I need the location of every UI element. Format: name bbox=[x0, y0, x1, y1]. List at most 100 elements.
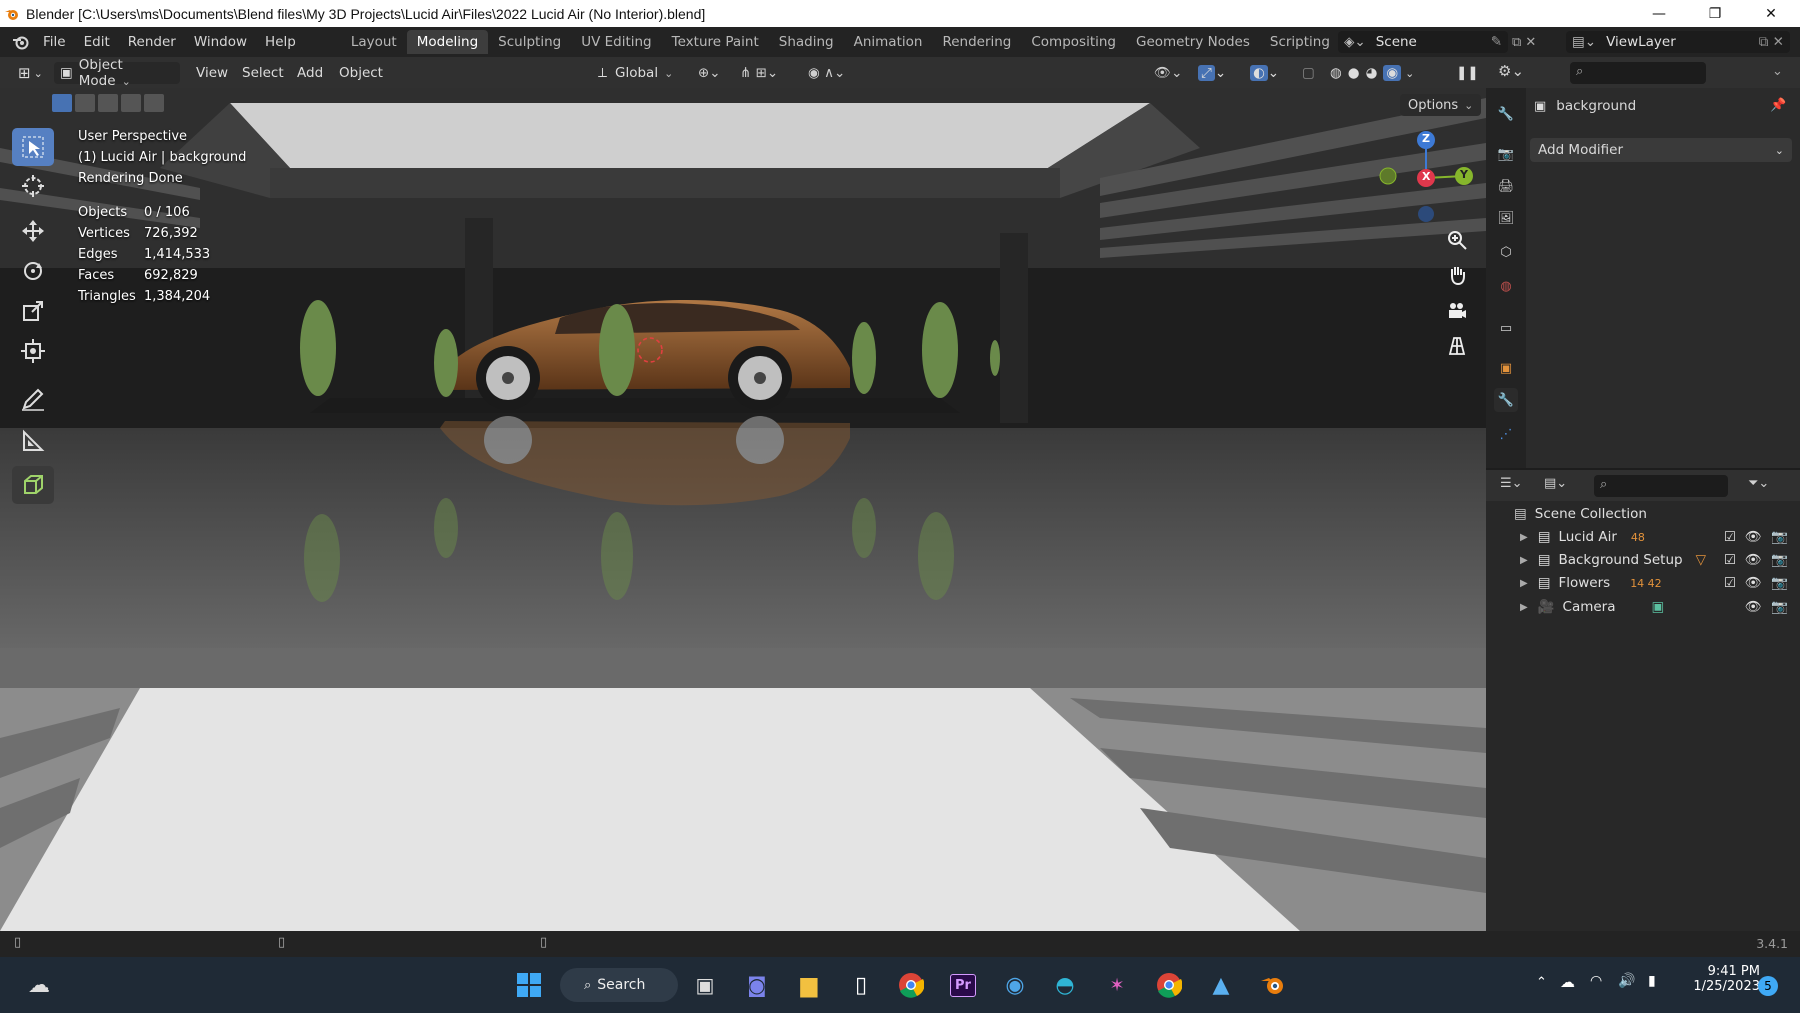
menu-edit[interactable]: Edit bbox=[75, 34, 119, 50]
photos-icon[interactable]: ▲ bbox=[1204, 968, 1238, 1002]
maximize-button[interactable]: ❐ bbox=[1688, 0, 1742, 27]
outliner-item-lucid-air[interactable]: ▶ ▤ Lucid Air 48 ☑ 👁 📷 bbox=[1486, 526, 1800, 548]
render-tab-icon[interactable]: 📷 bbox=[1494, 142, 1518, 166]
pin-icon[interactable]: ✎ bbox=[1491, 34, 1502, 50]
include-checkbox[interactable]: ☑ bbox=[1724, 552, 1736, 568]
options-button[interactable]: Options bbox=[1400, 94, 1482, 116]
file-explorer-icon[interactable]: ▆ bbox=[792, 968, 826, 1002]
object-tab-icon[interactable]: ▣ bbox=[1494, 356, 1518, 380]
filter-icon[interactable]: ⏷⌄ bbox=[1748, 476, 1769, 491]
outliner-item-camera[interactable]: ▶ 🎥 Camera ▣ 👁 📷 bbox=[1486, 596, 1800, 618]
menu-select[interactable]: Select bbox=[242, 62, 284, 84]
camera-render-icon[interactable]: 📷 bbox=[1771, 552, 1788, 568]
pan-hand-icon[interactable] bbox=[1442, 260, 1472, 290]
menu-window[interactable]: Window bbox=[185, 34, 256, 50]
solid-shading-icon[interactable]: ● bbox=[1348, 65, 1360, 81]
tool-tab-icon[interactable]: 🔧 bbox=[1494, 102, 1518, 126]
gizmo-toggle-icon[interactable]: ⤢ ⌄ bbox=[1198, 62, 1226, 84]
view-layer-selector[interactable]: ▤⌄ ViewLayer ⧉ ✕ bbox=[1566, 31, 1790, 53]
battery-icon[interactable]: ▮ bbox=[1648, 973, 1656, 989]
show-hidden-icons[interactable]: ⌃ bbox=[1536, 975, 1547, 990]
minimize-button[interactable]: — bbox=[1632, 0, 1686, 27]
eye-icon[interactable]: 👁 bbox=[1745, 575, 1762, 591]
blender-menu-icon[interactable] bbox=[8, 32, 34, 52]
menu-view[interactable]: View bbox=[196, 62, 228, 84]
task-view-icon[interactable]: ▣ bbox=[688, 968, 722, 1002]
chrome-icon[interactable] bbox=[894, 968, 928, 1002]
xray-icon[interactable]: ▢ bbox=[1302, 62, 1315, 84]
maps-icon[interactable]: ◉ bbox=[998, 968, 1032, 1002]
outliner-search-input[interactable]: ⌕ bbox=[1594, 475, 1728, 497]
add-modifier-button[interactable]: Add Modifier ⌄ bbox=[1530, 138, 1792, 162]
properties-options-icon[interactable]: ⌄ bbox=[1772, 64, 1783, 79]
clock[interactable]: 9:41 PM 1/25/2023 bbox=[1680, 964, 1760, 994]
tab-compositing[interactable]: Compositing bbox=[1021, 30, 1126, 54]
editor-type-icon[interactable]: ⊞ ⌄ bbox=[18, 62, 43, 84]
eye-icon[interactable]: 👁 bbox=[1745, 552, 1762, 568]
properties-editor-type-icon[interactable]: ⚙⌄ bbox=[1498, 62, 1524, 80]
camera-render-icon[interactable]: 📷 bbox=[1771, 529, 1788, 545]
output-tab-icon[interactable]: 🖨 bbox=[1494, 174, 1518, 198]
app-icon[interactable]: ✶ bbox=[1100, 968, 1134, 1002]
snap-icon[interactable]: ⋔ ⊞⌄ bbox=[740, 62, 778, 84]
premiere-pro-icon[interactable]: Pr bbox=[946, 968, 980, 1002]
perspective-grid-icon[interactable] bbox=[1442, 330, 1472, 360]
edge-icon[interactable]: ◓ bbox=[1048, 968, 1082, 1002]
measure-tool[interactable] bbox=[12, 422, 54, 460]
camera-view-icon[interactable] bbox=[1442, 296, 1472, 326]
tab-layout[interactable]: Layout bbox=[341, 30, 407, 54]
outliner-item-background-setup[interactable]: ▶ ▤ Background Setup ▽ ☑ 👁 📷 bbox=[1486, 549, 1800, 571]
display-mode-icon[interactable]: ▤⌄ bbox=[1544, 476, 1567, 491]
select-box-tool[interactable] bbox=[12, 128, 54, 166]
select-new-icon[interactable] bbox=[52, 94, 72, 112]
weather-icon[interactable]: ☁ bbox=[22, 968, 56, 1002]
tab-geometry-nodes[interactable]: Geometry Nodes bbox=[1126, 30, 1260, 54]
taskbar-search-box[interactable]: ⌕ Search bbox=[560, 968, 678, 1002]
chrome-profile-icon[interactable] bbox=[1152, 968, 1186, 1002]
teams-chat-icon[interactable]: ◙ bbox=[740, 968, 774, 1002]
close-button[interactable]: ✕ bbox=[1744, 0, 1798, 27]
onedrive-icon[interactable]: ☁ bbox=[1560, 973, 1575, 991]
scene-collection-row[interactable]: ▤ Scene Collection bbox=[1486, 503, 1800, 525]
material-shading-icon[interactable]: ◕ bbox=[1366, 65, 1378, 81]
tab-shading[interactable]: Shading bbox=[769, 30, 844, 54]
overlay-toggle-icon[interactable]: ◐ ⌄ bbox=[1250, 62, 1279, 84]
view-layer-tab-icon[interactable]: 🖼 bbox=[1494, 206, 1518, 230]
properties-search-input[interactable]: ⌕ bbox=[1570, 62, 1706, 84]
tab-modeling[interactable]: Modeling bbox=[406, 30, 489, 54]
transform-tool[interactable] bbox=[12, 332, 54, 370]
wifi-icon[interactable]: ◠ bbox=[1590, 973, 1602, 989]
new-scene-icon[interactable]: ⧉ ✕ bbox=[1512, 35, 1536, 50]
world-tab-icon[interactable]: ◍ bbox=[1494, 274, 1518, 298]
pause-render-icon[interactable]: ❚❚ bbox=[1456, 62, 1479, 84]
menu-object[interactable]: Object bbox=[339, 62, 383, 84]
wireframe-shading-icon[interactable]: ◍ bbox=[1330, 65, 1342, 81]
start-button-icon[interactable] bbox=[512, 968, 546, 1002]
expand-arrow-icon[interactable]: ▶ bbox=[1520, 602, 1528, 613]
volume-icon[interactable]: 🔊 bbox=[1618, 973, 1635, 989]
menu-add[interactable]: Add bbox=[297, 62, 323, 84]
outliner-item-flowers[interactable]: ▶ ▤ Flowers 14 42 ☑ 👁 📷 bbox=[1486, 572, 1800, 594]
camera-render-icon[interactable]: 📷 bbox=[1771, 575, 1788, 591]
eye-icon[interactable]: 👁 bbox=[1745, 599, 1762, 615]
mode-selector[interactable]: ▣ Object Mode bbox=[54, 57, 180, 89]
select-extend-icon[interactable] bbox=[75, 94, 95, 112]
pivot-point-icon[interactable]: ⊕⌄ bbox=[698, 62, 721, 84]
tab-scripting[interactable]: Scripting bbox=[1260, 30, 1340, 54]
annotate-tool[interactable] bbox=[12, 380, 54, 418]
expand-arrow-icon[interactable]: ▶ bbox=[1520, 555, 1528, 566]
scale-tool[interactable] bbox=[12, 292, 54, 330]
tab-rendering[interactable]: Rendering bbox=[932, 30, 1021, 54]
menu-render[interactable]: Render bbox=[119, 34, 185, 50]
select-intersect-icon[interactable] bbox=[144, 94, 164, 112]
shading-modes[interactable]: ◍ ● ◕ ◉ ⌄ bbox=[1330, 62, 1414, 84]
menu-file[interactable]: File bbox=[34, 34, 75, 50]
tab-uv-editing[interactable]: UV Editing bbox=[571, 30, 661, 54]
tab-animation[interactable]: Animation bbox=[844, 30, 933, 54]
notepad-icon[interactable]: ▯ bbox=[844, 968, 878, 1002]
navigation-gizmo[interactable]: Z X Y bbox=[1378, 128, 1474, 224]
expand-arrow-icon[interactable]: ▶ bbox=[1520, 532, 1528, 543]
include-checkbox[interactable]: ☑ bbox=[1724, 575, 1736, 591]
proportional-editing-icon[interactable]: ◉ ∧⌄ bbox=[808, 62, 845, 84]
3d-viewport[interactable] bbox=[0, 88, 1486, 931]
